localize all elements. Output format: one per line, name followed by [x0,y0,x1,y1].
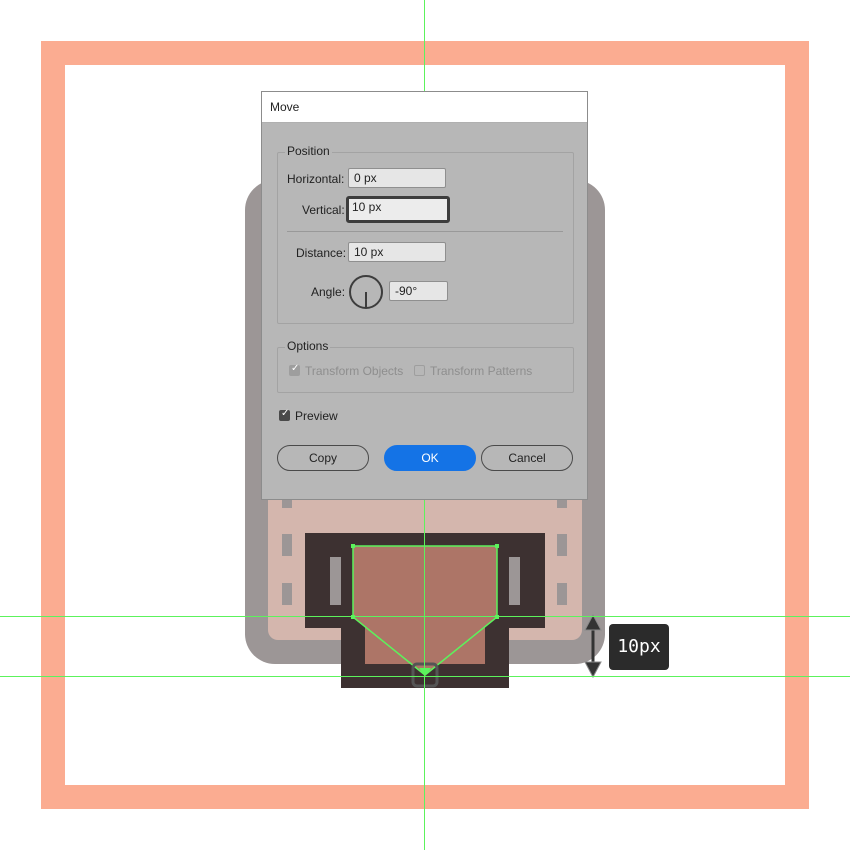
options-group-label: Options [285,339,331,353]
ok-button[interactable]: OK [384,445,476,471]
vertical-label: Vertical: [302,203,345,217]
angle-label: Angle: [311,285,346,299]
angle-input[interactable]: -90° [389,281,448,301]
dialog-titlebar[interactable]: Move [262,92,587,123]
horizontal-input[interactable]: 0 px [348,168,446,188]
transform-patterns-label: Transform Patterns [430,364,533,378]
measure-tooltip: 10px [609,624,669,670]
distance-input[interactable]: 10 px [348,242,446,262]
cancel-button[interactable]: Cancel [481,445,573,471]
copy-button[interactable]: Copy [277,445,369,471]
horizontal-guide-top[interactable] [0,616,850,617]
transform-patterns-checkbox[interactable] [414,365,425,376]
vertical-input[interactable]: 10 px [346,196,450,223]
transform-objects-label: Transform Objects [305,364,404,378]
horizontal-guide-bottom[interactable] [0,676,850,677]
right-slot [509,557,520,605]
preview-checkbox[interactable] [279,408,290,421]
transform-objects-checkbox[interactable] [289,363,300,376]
distance-label: Distance: [296,246,347,260]
position-divider [287,231,563,232]
horizontal-label: Horizontal: [287,172,345,186]
angle-dial-icon[interactable] [348,274,384,310]
dialog-title: Move [270,100,300,114]
preview-label: Preview [295,409,338,423]
position-group-label: Position [285,144,332,158]
left-slot [330,557,341,605]
move-dialog: Move Position Horizontal: 0 px Vertical:… [261,91,588,500]
